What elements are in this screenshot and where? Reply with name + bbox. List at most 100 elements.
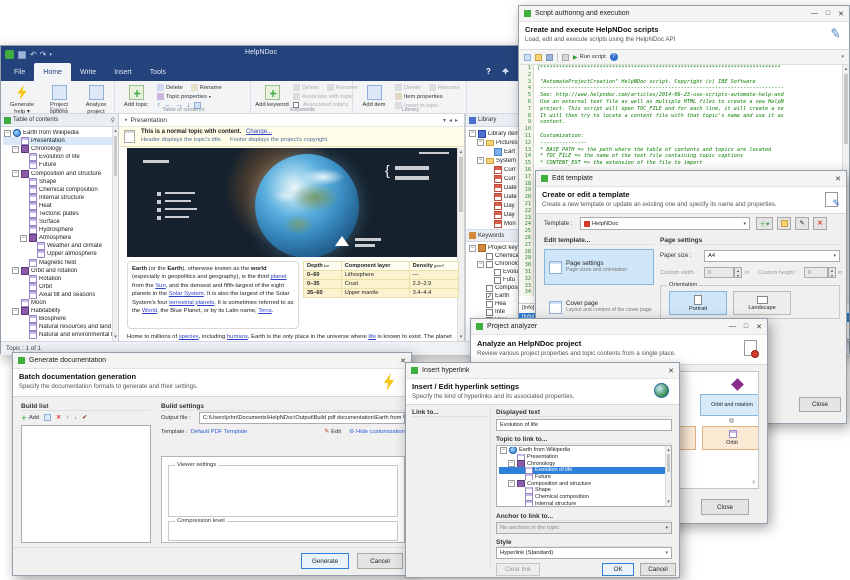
maximize-icon[interactable]: □: [744, 323, 748, 330]
checkbox[interactable]: [494, 277, 501, 284]
close-icon[interactable]: ✕: [668, 367, 674, 375]
pin-icon[interactable]: ⚲: [111, 117, 115, 124]
checkbox[interactable]: ✓: [486, 293, 493, 300]
paper-size-select[interactable]: A4▾: [704, 250, 840, 262]
delete-topic-button[interactable]: Delete: [157, 84, 183, 91]
tree-item[interactable]: Rotation: [3, 275, 118, 283]
code-line[interactable]: 7 project. This script will open TOC_FIL…: [519, 106, 849, 113]
nav-prev-icon[interactable]: ◂: [449, 117, 452, 124]
checkbox[interactable]: [486, 253, 493, 260]
hyperlink[interactable]: life: [368, 334, 376, 340]
expander-icon[interactable]: −: [477, 139, 484, 146]
rename-keyword-button[interactable]: Rename: [327, 84, 358, 91]
tree-item[interactable]: −Orbit and rotation: [3, 267, 118, 275]
tree-item[interactable]: Axial tilt and seasons: [3, 291, 118, 299]
code-line[interactable]: 12 ---------------: [519, 140, 849, 147]
expander-icon[interactable]: −: [469, 245, 476, 252]
tree-item[interactable]: Shape: [3, 178, 118, 186]
add-build-button[interactable]: ＋Add: [21, 413, 39, 422]
tab-insert[interactable]: Insert: [105, 63, 141, 81]
delete-item-button[interactable]: Delete: [395, 84, 421, 91]
custom-width-spinner[interactable]: ▴▾: [734, 267, 742, 278]
tree-item[interactable]: Heat: [3, 202, 118, 210]
tree-item[interactable]: Internal structure: [3, 194, 118, 202]
hyperlink[interactable]: World: [142, 308, 157, 314]
tree-item[interactable]: Evolution of life: [499, 467, 671, 474]
tab-home[interactable]: Home: [34, 63, 71, 81]
chart-node-blue[interactable]: Orbit and rotation: [700, 394, 759, 416]
breadcrumb[interactable]: Presentation: [131, 117, 168, 124]
code-line[interactable]: 15 * CONTENT_EXT => the extension of the…: [519, 160, 849, 167]
tree-item[interactable]: Shape: [499, 487, 671, 494]
tree-item[interactable]: Presentation: [3, 137, 118, 145]
ok-button[interactable]: OK: [602, 563, 634, 576]
code-line[interactable]: 5 See: http://www.helpndoc.com/articles/…: [519, 92, 849, 99]
minimize-icon[interactable]: —: [811, 10, 818, 17]
code-line[interactable]: 6 Use an external text file as well as m…: [519, 99, 849, 106]
output-file-input[interactable]: C:\Users\john\Documents\HelpNDoc\Output\…: [199, 412, 405, 424]
chart-node-orange-orbit[interactable]: Orbit: [702, 426, 759, 450]
tree-item[interactable]: Natural and environmental hazards: [3, 331, 118, 339]
custom-height-spinner[interactable]: ▴▾: [828, 267, 836, 278]
new-script-icon[interactable]: [524, 54, 531, 61]
expander-icon[interactable]: −: [12, 267, 19, 274]
code-line[interactable]: 2: [519, 72, 849, 79]
expander-icon[interactable]: −: [508, 480, 515, 487]
tree-item[interactable]: Weather and climate: [3, 242, 118, 250]
displayed-text-input[interactable]: Evolution of life: [496, 419, 672, 431]
tab-file[interactable]: File: [5, 63, 34, 81]
toc-scrollbar[interactable]: ▴▾: [112, 127, 118, 341]
hyperlink[interactable]: humans: [227, 334, 248, 340]
cancel-button[interactable]: Cancel: [640, 563, 676, 576]
tree-item[interactable]: −Chronology: [3, 145, 118, 153]
script-help-icon[interactable]: ?: [610, 53, 618, 61]
anchor-select[interactable]: No anchors in the topic▾: [496, 522, 672, 534]
code-line[interactable]: 3 "AutomateProjectCreation" HelpNDoc scr…: [519, 79, 849, 86]
landscape-button[interactable]: Landscape: [733, 291, 791, 315]
tree-item[interactable]: Magnetic field: [3, 259, 118, 267]
portrait-button[interactable]: Portrait: [669, 291, 727, 315]
code-line[interactable]: 4 --------------------------------------…: [519, 85, 849, 92]
cancel-button[interactable]: Cancel: [357, 553, 403, 569]
tree-item[interactable]: −Atmosphere: [3, 234, 118, 242]
tree-item[interactable]: Surface: [3, 218, 118, 226]
tree-item[interactable]: Internal structure: [499, 501, 671, 508]
delete-keyword-button[interactable]: Delete: [293, 84, 319, 91]
tree-item[interactable]: −Habitability: [3, 307, 118, 315]
tab-tools[interactable]: Tools: [141, 63, 175, 81]
code-line[interactable]: 8 It will then try to locate a content f…: [519, 113, 849, 120]
checkbox[interactable]: [486, 301, 493, 308]
tree-item[interactable]: −Chronology: [499, 460, 671, 467]
chart-scroll-more-icon[interactable]: ›: [752, 477, 755, 486]
print-icon[interactable]: [562, 54, 569, 61]
item-properties-button[interactable]: Item properties: [395, 93, 443, 100]
tree-item[interactable]: Presentation: [499, 454, 671, 461]
rename-template-button[interactable]: ✎: [795, 217, 809, 230]
expander-icon[interactable]: −: [500, 447, 507, 454]
close-button[interactable]: Close: [701, 499, 749, 515]
code-line[interactable]: 10: [519, 126, 849, 133]
rename-item-button[interactable]: Rename: [429, 84, 460, 91]
checkbox[interactable]: [494, 269, 501, 276]
expander-icon[interactable]: −: [12, 308, 19, 315]
generate-button[interactable]: Generate: [301, 553, 349, 569]
expander-icon[interactable]: −: [12, 146, 19, 153]
generate-titlebar[interactable]: Generate documentation ✕: [13, 353, 411, 369]
hyperlink[interactable]: species: [179, 334, 199, 340]
clear-link-button[interactable]: Clear link: [496, 563, 540, 576]
tree-item[interactable]: −Composition and structure: [499, 480, 671, 487]
template-titlebar[interactable]: Edit template ✕: [536, 171, 846, 187]
hide-customization-link[interactable]: ⊖Hide customization: [349, 429, 405, 435]
notice-change-link[interactable]: Change...: [246, 129, 272, 135]
tree-item[interactable]: Natural resources and land use: [3, 323, 118, 331]
code-line[interactable]: 1{**************************************…: [519, 65, 849, 72]
run-script-button[interactable]: ▶ Run script: [573, 54, 606, 61]
open-script-icon[interactable]: [535, 54, 542, 61]
new-template-button[interactable]: ＋▾: [756, 217, 773, 230]
save-script-icon[interactable]: [546, 54, 553, 61]
template-value-link[interactable]: Default PDF Template: [191, 429, 248, 435]
tab-write[interactable]: Write: [71, 63, 105, 81]
code-line[interactable]: 13 * BASE_PATH => the path where the tab…: [519, 147, 849, 154]
custom-height-input[interactable]: 0: [804, 267, 828, 278]
editor-dropdown-icon[interactable]: ▾: [443, 117, 446, 124]
